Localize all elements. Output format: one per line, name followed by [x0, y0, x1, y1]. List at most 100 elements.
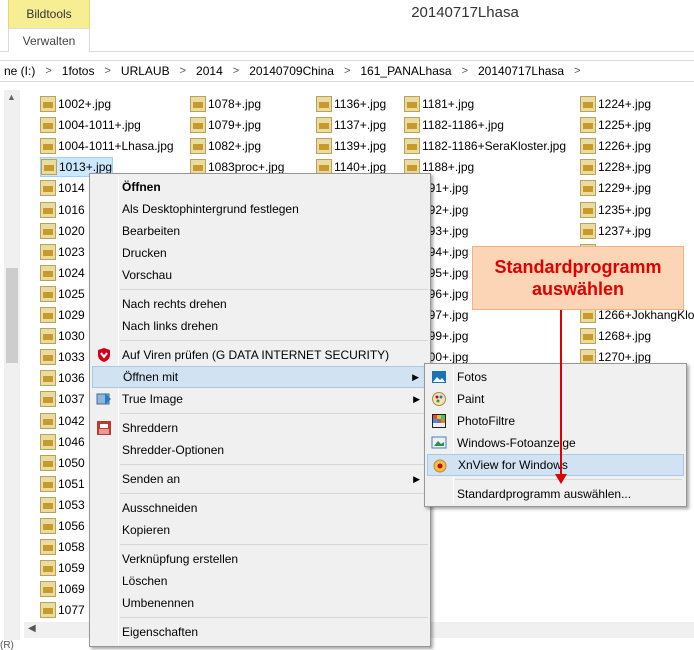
chevron-right-icon[interactable]: >: [39, 65, 57, 77]
file-name: 1037: [58, 392, 85, 407]
file-item[interactable]: 1037: [40, 389, 85, 409]
menu-item-eigenschaften[interactable]: Eigenschaften: [92, 621, 428, 643]
menu-separator: [120, 464, 428, 465]
menu-item-shreddern[interactable]: Shreddern: [92, 417, 428, 439]
file-item[interactable]: 1036: [40, 368, 85, 388]
file-item[interactable]: 1004-1011+.jpg: [40, 115, 141, 135]
jpg-file-icon: [404, 117, 420, 134]
file-item[interactable]: 1082+.jpg: [190, 136, 261, 156]
menu-item-label: Windows-Fotoanzeige: [457, 436, 576, 450]
file-item[interactable]: 1050: [40, 453, 85, 473]
file-item[interactable]: 1004-1011+Lhasa.jpg: [40, 136, 174, 156]
file-item[interactable]: 1030: [40, 326, 85, 346]
submenu-item-fotos[interactable]: Fotos: [427, 366, 684, 388]
file-item[interactable]: 1079+.jpg: [190, 115, 261, 135]
paint-icon: [432, 392, 446, 406]
submenu-item-xnview[interactable]: XnView for Windows: [427, 454, 684, 476]
menu-item-oeffnen[interactable]: Öffnen: [92, 176, 428, 198]
file-item[interactable]: 1042: [40, 411, 85, 431]
context-tab-group-bildtools: Bildtools: [8, 0, 90, 28]
menu-item-ausschneiden[interactable]: Ausschneiden: [92, 497, 428, 519]
menu-item-true-image[interactable]: True Image ▶: [92, 388, 428, 410]
menu-item-vorschau[interactable]: Vorschau: [92, 264, 428, 286]
menu-item-verknuepfung[interactable]: Verknüpfung erstellen: [92, 548, 428, 570]
submenu-item-photofiltre[interactable]: PhotoFiltre: [427, 410, 684, 432]
file-item[interactable]: 1051: [40, 474, 85, 494]
photo-viewer-icon: [431, 436, 447, 449]
file-item[interactable]: 1002+.jpg: [40, 94, 111, 114]
menu-item-viren-pruefen[interactable]: Auf Viren prüfen (G DATA INTERNET SECURI…: [92, 344, 428, 366]
breadcrumb-drive[interactable]: ne (I:): [0, 64, 39, 78]
file-item[interactable]: 1059: [40, 558, 85, 578]
jpg-file-icon: [41, 159, 57, 176]
chevron-right-icon[interactable]: >: [338, 65, 356, 77]
tab-verwalten[interactable]: Verwalten: [8, 28, 90, 52]
file-item[interactable]: 1228+.jpg: [580, 157, 651, 177]
breadcrumb-2014[interactable]: 2014: [192, 64, 227, 78]
file-item[interactable]: 1182-1186+SeraKloster.jpg: [404, 136, 566, 156]
breadcrumb-1fotos[interactable]: 1fotos: [58, 64, 99, 78]
file-name: 1078+.jpg: [208, 97, 262, 111]
chevron-right-icon[interactable]: >: [98, 65, 116, 77]
menu-item-oeffnen-mit[interactable]: Öffnen mit ▶: [92, 366, 428, 388]
menu-item-links-drehen[interactable]: Nach links drehen: [92, 315, 428, 337]
menu-item-umbenennen[interactable]: Umbenennen: [92, 592, 428, 614]
file-name: 1016: [58, 202, 85, 217]
file-item[interactable]: 1077: [40, 600, 85, 620]
file-item[interactable]: 1139+.jpg: [316, 136, 386, 156]
file-item[interactable]: 1029: [40, 305, 85, 325]
jpg-file-icon: [40, 138, 56, 155]
file-item[interactable]: 1226+.jpg: [580, 136, 651, 156]
menu-item-loeschen[interactable]: Löschen: [92, 570, 428, 592]
chevron-right-icon[interactable]: >: [456, 65, 474, 77]
chevron-right-icon[interactable]: >: [174, 65, 192, 77]
file-item[interactable]: 1058: [40, 537, 85, 557]
menu-item-shredder-optionen[interactable]: Shredder-Optionen: [92, 439, 428, 461]
breadcrumb-lhasa[interactable]: 20140717Lhasa: [474, 64, 568, 78]
file-item[interactable]: 1020: [40, 221, 85, 241]
file-item[interactable]: 1025: [40, 284, 85, 304]
submenu-item-paint[interactable]: Paint: [427, 388, 684, 410]
photofiltre-icon: [432, 414, 446, 428]
scroll-left-icon[interactable]: ◀: [28, 623, 36, 634]
annotation-callout: Standardprogramm auswählen: [472, 246, 684, 310]
file-item[interactable]: 1014: [40, 178, 85, 198]
file-item[interactable]: 1237+.jpg: [580, 221, 651, 241]
chevron-right-icon[interactable]: >: [568, 65, 586, 77]
breadcrumb-china[interactable]: 20140709China: [245, 64, 338, 78]
submenu-item-windows-fotoanzeige[interactable]: Windows-Fotoanzeige: [427, 432, 684, 454]
menu-item-rechts-drehen[interactable]: Nach rechts drehen: [92, 293, 428, 315]
file-item[interactable]: 1235+.jpg: [580, 200, 651, 220]
file-item[interactable]: 1033: [40, 347, 85, 367]
file-item[interactable]: 1137+.jpg: [316, 115, 386, 135]
file-item[interactable]: 1078+.jpg: [190, 94, 261, 114]
breadcrumb-panalhasa[interactable]: 161_PANALhasa: [356, 64, 455, 78]
file-item[interactable]: 1023: [40, 242, 85, 262]
file-item[interactable]: 1069: [40, 579, 85, 599]
file-item[interactable]: 1182-1186+.jpg: [404, 115, 504, 135]
file-item[interactable]: 1268+.jpg: [580, 326, 651, 346]
file-item[interactable]: 1181+.jpg: [404, 94, 474, 114]
breadcrumb-urlaub[interactable]: URLAUB: [117, 64, 174, 78]
jpg-file-icon: [40, 602, 56, 619]
chevron-right-icon[interactable]: >: [227, 65, 245, 77]
file-item[interactable]: 1016: [40, 200, 85, 220]
menu-item-desktophintergrund[interactable]: Als Desktophintergrund festlegen: [92, 198, 428, 220]
submenu-item-standardprogramm[interactable]: Standardprogramm auswählen...: [427, 483, 684, 505]
menu-item-senden-an[interactable]: Senden an ▶: [92, 468, 428, 490]
address-bar[interactable]: ne (I:) > 1fotos > URLAUB > 2014 > 20140…: [0, 60, 694, 82]
menu-item-label: Löschen: [122, 574, 168, 588]
jpg-file-icon: [40, 454, 56, 471]
menu-item-bearbeiten[interactable]: Bearbeiten: [92, 220, 428, 242]
file-item[interactable]: 1136+.jpg: [316, 94, 386, 114]
file-item[interactable]: 1225+.jpg: [580, 115, 651, 135]
file-item[interactable]: 1224+.jpg: [580, 94, 651, 114]
menu-item-kopieren[interactable]: Kopieren: [92, 519, 428, 541]
file-item[interactable]: 1056: [40, 516, 85, 536]
file-item[interactable]: 1053: [40, 495, 85, 515]
file-item[interactable]: 1229+.jpg: [580, 178, 651, 198]
ribbon: Bildtools Verwalten 20140717Lhasa: [0, 0, 694, 52]
menu-item-drucken[interactable]: Drucken: [92, 242, 428, 264]
file-item[interactable]: 1046: [40, 432, 85, 452]
file-item[interactable]: 1024: [40, 263, 85, 283]
